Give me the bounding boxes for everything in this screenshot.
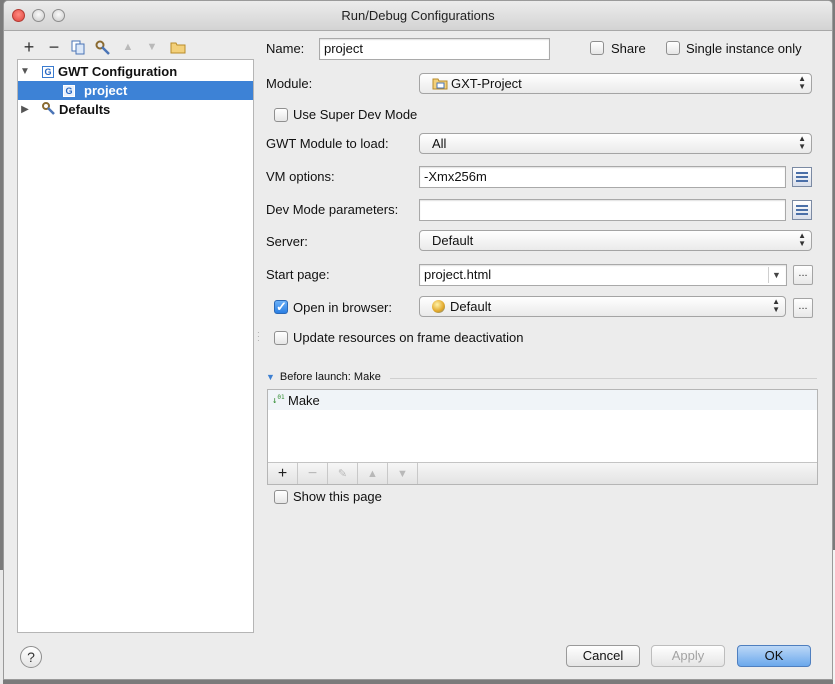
tree-item-label: GWT Configuration bbox=[58, 64, 178, 79]
open-in-browser-checkbox[interactable] bbox=[274, 299, 288, 315]
start-page-value: project.html bbox=[424, 267, 492, 282]
single-instance-checkbox[interactable] bbox=[666, 41, 680, 55]
remove-configuration-button[interactable]: − bbox=[44, 37, 64, 57]
name-input[interactable]: project bbox=[319, 38, 550, 60]
expand-dev-mode-button[interactable] bbox=[792, 200, 812, 220]
gwt-module-value: All bbox=[432, 136, 447, 151]
make-icon: ↓01 bbox=[272, 394, 285, 406]
dev-mode-parameters-label: Dev Mode parameters: bbox=[266, 202, 399, 217]
server-label: Server: bbox=[266, 234, 308, 249]
name-label: Name: bbox=[266, 41, 305, 56]
ok-button[interactable]: OK bbox=[737, 645, 811, 667]
wrench-icon bbox=[42, 101, 56, 118]
expand-text-icon bbox=[796, 205, 808, 215]
share-checkbox[interactable] bbox=[590, 41, 604, 55]
select-arrows-icon: ▲ ▼ bbox=[798, 231, 806, 248]
gwt-module-label: GWT Module to load: bbox=[266, 136, 389, 151]
show-this-page-checkbox[interactable] bbox=[274, 490, 288, 504]
super-dev-mode-checkbox[interactable] bbox=[274, 108, 288, 122]
list-item[interactable]: ↓01 Make bbox=[268, 390, 817, 410]
vm-options-label: VM options: bbox=[266, 169, 335, 184]
collapsed-arrow-icon[interactable]: ▶ bbox=[18, 104, 32, 115]
move-up-button[interactable]: ▲ bbox=[118, 38, 138, 56]
add-configuration-button[interactable]: + bbox=[19, 37, 39, 57]
start-page-dropdown-arrow-icon[interactable]: ▼ bbox=[768, 267, 784, 283]
edit-task-button[interactable]: ✎ bbox=[328, 463, 358, 484]
copy-icon bbox=[71, 40, 85, 54]
update-resources-checkbox[interactable] bbox=[274, 331, 288, 345]
tree-item-project[interactable]: G project bbox=[18, 81, 253, 100]
super-dev-mode-label: Use Super Dev Mode bbox=[293, 107, 418, 122]
server-value: Default bbox=[432, 233, 474, 248]
edit-defaults-button[interactable] bbox=[93, 38, 113, 56]
dev-mode-parameters-input[interactable] bbox=[419, 199, 786, 221]
panel-splitter-handle[interactable]: · · · bbox=[257, 329, 261, 345]
help-button[interactable]: ? bbox=[20, 646, 42, 668]
title-bar: Run/Debug Configurations bbox=[4, 1, 832, 31]
expand-text-icon bbox=[796, 172, 808, 182]
update-resources-label: Update resources on frame deactivation bbox=[293, 330, 524, 345]
folder-button[interactable] bbox=[168, 38, 188, 56]
before-launch-list[interactable]: ↓01 Make + − ✎ ▲ ▼ bbox=[267, 389, 818, 485]
browser-select[interactable]: Default ▲ ▼ bbox=[419, 296, 786, 317]
server-select[interactable]: Default ▲ ▼ bbox=[419, 230, 812, 251]
tree-item-label: project bbox=[84, 83, 128, 98]
tree-item-gwt-configuration[interactable]: ▼ G GWT Configuration bbox=[18, 62, 253, 81]
module-value: GXT-Project bbox=[451, 76, 522, 91]
run-debug-dialog: Run/Debug Configurations + − ▲ ▼ ▼ G GWT… bbox=[3, 0, 833, 680]
vm-options-input[interactable]: -Xmx256m bbox=[419, 166, 786, 188]
single-instance-label: Single instance only bbox=[686, 41, 802, 56]
select-arrows-icon: ▲ ▼ bbox=[772, 297, 780, 314]
expand-vm-options-button[interactable] bbox=[792, 167, 812, 187]
cancel-button[interactable]: Cancel bbox=[566, 645, 640, 667]
copy-configuration-button[interactable] bbox=[68, 38, 88, 56]
browser-value: Default bbox=[450, 299, 492, 314]
share-label: Share bbox=[611, 41, 646, 56]
start-page-label: Start page: bbox=[266, 267, 330, 282]
start-page-browse-button[interactable]: ... bbox=[793, 265, 813, 285]
before-launch-title: Before launch: Make bbox=[279, 371, 381, 383]
show-this-page-label: Show this page bbox=[293, 489, 382, 504]
wrench-icon bbox=[95, 40, 110, 55]
folder-icon bbox=[170, 42, 186, 53]
open-in-browser-label: Open in browser: bbox=[293, 300, 392, 315]
move-task-down-button[interactable]: ▼ bbox=[388, 463, 418, 484]
expanded-arrow-icon[interactable]: ▼ bbox=[18, 66, 32, 77]
arrow-down-icon: ▼ bbox=[397, 467, 408, 480]
before-launch-item-label: Make bbox=[288, 392, 320, 408]
select-arrows-icon: ▲ ▼ bbox=[798, 74, 806, 91]
move-task-up-button[interactable]: ▲ bbox=[358, 463, 388, 484]
remove-task-button[interactable]: − bbox=[298, 463, 328, 484]
gwt-config-icon: G bbox=[63, 84, 75, 97]
section-divider bbox=[390, 378, 817, 379]
before-launch-toolbar: + − ✎ ▲ ▼ bbox=[268, 462, 817, 484]
module-select[interactable]: GXT-Project ▲ ▼ bbox=[419, 73, 812, 94]
tree-item-label: Defaults bbox=[59, 102, 111, 117]
browser-globe-icon bbox=[432, 300, 445, 313]
configuration-tree[interactable]: ▼ G GWT Configuration G project ▶ Defaul… bbox=[17, 59, 254, 633]
before-launch-header[interactable]: ▼ Before launch: Make bbox=[266, 371, 817, 383]
apply-button[interactable]: Apply bbox=[651, 645, 725, 667]
start-page-combo[interactable]: project.html bbox=[419, 264, 787, 286]
tree-item-defaults[interactable]: ▶ Defaults bbox=[18, 100, 253, 119]
module-label: Module: bbox=[266, 76, 313, 91]
gwt-module-select[interactable]: All ▲ ▼ bbox=[419, 133, 812, 154]
module-folder-icon bbox=[432, 78, 448, 90]
browser-browse-button[interactable]: ... bbox=[793, 298, 813, 318]
add-task-button[interactable]: + bbox=[268, 463, 298, 484]
move-down-button[interactable]: ▼ bbox=[142, 38, 162, 56]
window-title: Run/Debug Configurations bbox=[341, 8, 495, 23]
pencil-icon: ✎ bbox=[337, 468, 348, 480]
select-arrows-icon: ▲ ▼ bbox=[798, 134, 806, 151]
arrow-up-icon: ▲ bbox=[367, 467, 378, 480]
section-expanded-icon: ▼ bbox=[266, 372, 275, 382]
gwt-config-icon: G bbox=[42, 65, 54, 78]
